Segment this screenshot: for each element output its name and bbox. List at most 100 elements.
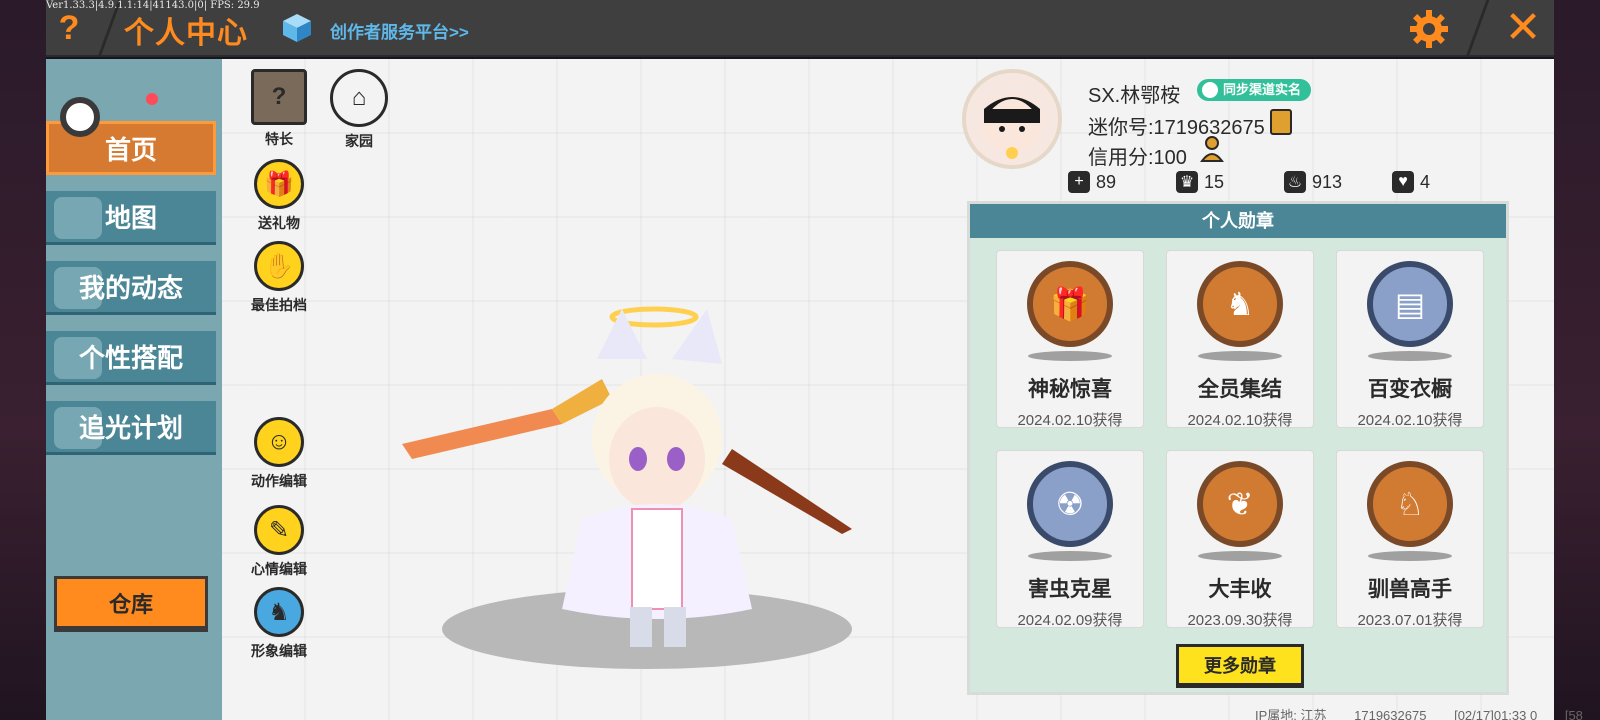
footer-uid: 1719632675 <box>1354 708 1427 720</box>
medal-pedestal <box>1198 551 1282 561</box>
player-nickname: SX.林鄂桉 <box>1088 85 1181 107</box>
medal-date: 2024.02.10获得 <box>1017 412 1123 429</box>
close-button[interactable]: ✕ <box>1502 6 1544 50</box>
action-edit-button[interactable]: ☺ 动作编辑 <box>234 417 324 491</box>
tool-label: 心情编辑 <box>251 561 307 577</box>
tool-label: 形象编辑 <box>251 643 307 659</box>
sidebar-item-label: 个性搭配 <box>78 343 183 373</box>
sidebar-item-map[interactable]: 地图 <box>46 191 216 245</box>
medal-name: 大丰收 <box>1208 578 1272 601</box>
ip-location: IP属地: 江苏 <box>1255 708 1327 720</box>
medal-name: 神秘惊喜 <box>1028 378 1112 401</box>
harvest-medal-icon: ❦ <box>1197 461 1283 547</box>
stat-value: 4 <box>1420 171 1431 192</box>
more-medals-button[interactable]: 更多勋章 <box>1176 644 1304 688</box>
avatar[interactable] <box>962 69 1062 169</box>
gift-medal-icon: 🎁 <box>1027 261 1113 347</box>
footer-info: IP属地: 江苏 1719632675 [02/17]01:33 0 [58 <box>1255 705 1600 720</box>
medal-card[interactable]: ▤ 百变衣橱 2024.02.10获得 <box>1336 250 1484 429</box>
main-panel: ? 特长 ⌂ 家园 🎁 送礼物 ✋ 最佳拍档 ☺ 动作编辑 ✎ 心情编辑 ♞ 形… <box>222 59 1554 720</box>
medal-panel: 个人勋章 🎁 神秘惊喜 2024.02.10获得 ♞ 全员集结 2024.02.… <box>967 201 1509 695</box>
skills-button[interactable]: ? 特长 <box>234 69 324 149</box>
flame-icon: ♨ <box>1284 171 1306 193</box>
sidebar-item-light-plan[interactable]: 追光计划 <box>46 401 216 455</box>
house-icon: ⌂ <box>330 69 388 127</box>
homeland-button[interactable]: ⌂ 家园 <box>314 69 404 151</box>
notification-dot <box>146 93 158 105</box>
trophy-icon: ♛ <box>1176 171 1198 193</box>
medal-date: 2024.02.10获得 <box>1187 412 1293 429</box>
handshake-icon: ✋ <box>254 241 304 291</box>
sidebar-item-outfit[interactable]: 个性搭配 <box>46 331 216 385</box>
medal-card[interactable]: ☢ 害虫克星 2024.02.09获得 <box>996 450 1144 629</box>
top-bar: ? 个人中心 创作者服务平台>> ✕ <box>46 0 1554 57</box>
credit-score: 信用分:100 <box>1088 147 1187 169</box>
heart-icon: ♥ <box>1392 171 1414 193</box>
sidebar-item-label: 地图 <box>104 203 157 233</box>
look-edit-button[interactable]: ♞ 形象编辑 <box>234 587 324 661</box>
medal-pedestal <box>1028 551 1112 561</box>
help-button[interactable]: ? <box>54 10 84 46</box>
medal-name: 全员集结 <box>1198 378 1282 401</box>
stat-value: 89 <box>1096 171 1117 192</box>
character-avatar[interactable] <box>402 289 862 669</box>
mood-edit-button[interactable]: ✎ 心情编辑 <box>234 505 324 579</box>
stat-likes[interactable]: ♥ 4 <box>1392 171 1430 193</box>
medal-name: 百变衣橱 <box>1368 378 1452 401</box>
question-box-icon: ? <box>251 69 307 125</box>
sidebar-item-feed[interactable]: 我的动态 <box>46 261 216 315</box>
sidebar-item-label: 首页 <box>104 134 157 165</box>
medal-panel-title: 个人勋章 <box>970 204 1506 238</box>
medal-date: 2024.02.10获得 <box>1357 412 1463 429</box>
medal-card[interactable]: ❦ 大丰收 2023.09.30获得 <box>1166 450 1314 629</box>
medal-pedestal <box>1368 351 1452 361</box>
sync-realname-badge[interactable]: 同步渠道实名 <box>1197 79 1312 101</box>
stat-popularity[interactable]: ♨ 913 <box>1284 171 1342 193</box>
sidebar-item-label: 我的动态 <box>78 273 183 303</box>
warehouse-button[interactable]: 仓库 <box>54 576 208 632</box>
mini-id: 迷你号:1719632675 <box>1088 117 1265 139</box>
pencil-icon: ✎ <box>254 505 304 555</box>
action-icon: ☺ <box>254 417 304 467</box>
gear-icon[interactable] <box>1408 8 1450 50</box>
sidebar-item-label: 追光计划 <box>78 413 183 443</box>
tool-label: 最佳拍档 <box>251 297 307 313</box>
tool-label: 家园 <box>345 133 373 149</box>
stat-achievements[interactable]: ♛ 15 <box>1176 171 1224 193</box>
tool-label: 特长 <box>265 131 293 147</box>
medal-card[interactable]: ♞ 全员集结 2024.02.10获得 <box>1166 250 1314 429</box>
medal-pedestal <box>1028 351 1112 361</box>
footer-timestamp: [02/17]01:33 0 <box>1454 708 1538 720</box>
medal-date: 2023.07.01获得 <box>1357 612 1463 629</box>
page-title: 个人中心 <box>124 17 248 50</box>
tamer-medal-icon: ♘ <box>1367 461 1453 547</box>
medal-date: 2024.02.09获得 <box>1017 612 1123 629</box>
medal-date: 2023.09.30获得 <box>1187 612 1293 629</box>
medal-name: 害虫克星 <box>1028 578 1112 601</box>
debug-overlay: Ver1.33.3|4.9.1.1:14|41143.0|0| FPS: 29.… <box>46 0 260 11</box>
medal-name: 驯兽高手 <box>1368 578 1452 601</box>
gift-icon: 🎁 <box>254 159 304 209</box>
bug-medal-icon: ☢ <box>1027 461 1113 547</box>
best-partner-button[interactable]: ✋ 最佳拍档 <box>234 241 324 315</box>
cube-icon[interactable] <box>281 12 313 44</box>
background-right <box>1554 0 1600 720</box>
stat-followers[interactable]: + 89 <box>1068 171 1116 193</box>
creator-platform-link[interactable]: 创作者服务平台>> <box>330 18 469 43</box>
coat-icon: ♞ <box>254 587 304 637</box>
tool-label: 动作编辑 <box>251 473 307 489</box>
map-icon <box>54 197 102 239</box>
plus-icon: + <box>1068 171 1090 193</box>
badge-label: 同步渠道实名 <box>1223 82 1302 97</box>
medal-pedestal <box>1368 551 1452 561</box>
copy-icon[interactable] <box>1270 109 1292 135</box>
float-toggle[interactable] <box>60 97 100 137</box>
team-medal-icon: ♞ <box>1197 261 1283 347</box>
person-check-icon <box>1202 82 1218 98</box>
medal-card[interactable]: ♘ 驯兽高手 2023.07.01获得 <box>1336 450 1484 629</box>
credit-user-icon[interactable] <box>1200 135 1228 163</box>
medal-card[interactable]: 🎁 神秘惊喜 2024.02.10获得 <box>996 250 1144 429</box>
tool-label: 送礼物 <box>258 215 300 231</box>
sidebar: 首页 地图 我的动态 个性搭配 追光计划 仓库 <box>46 59 222 720</box>
send-gift-button[interactable]: 🎁 送礼物 <box>234 159 324 233</box>
